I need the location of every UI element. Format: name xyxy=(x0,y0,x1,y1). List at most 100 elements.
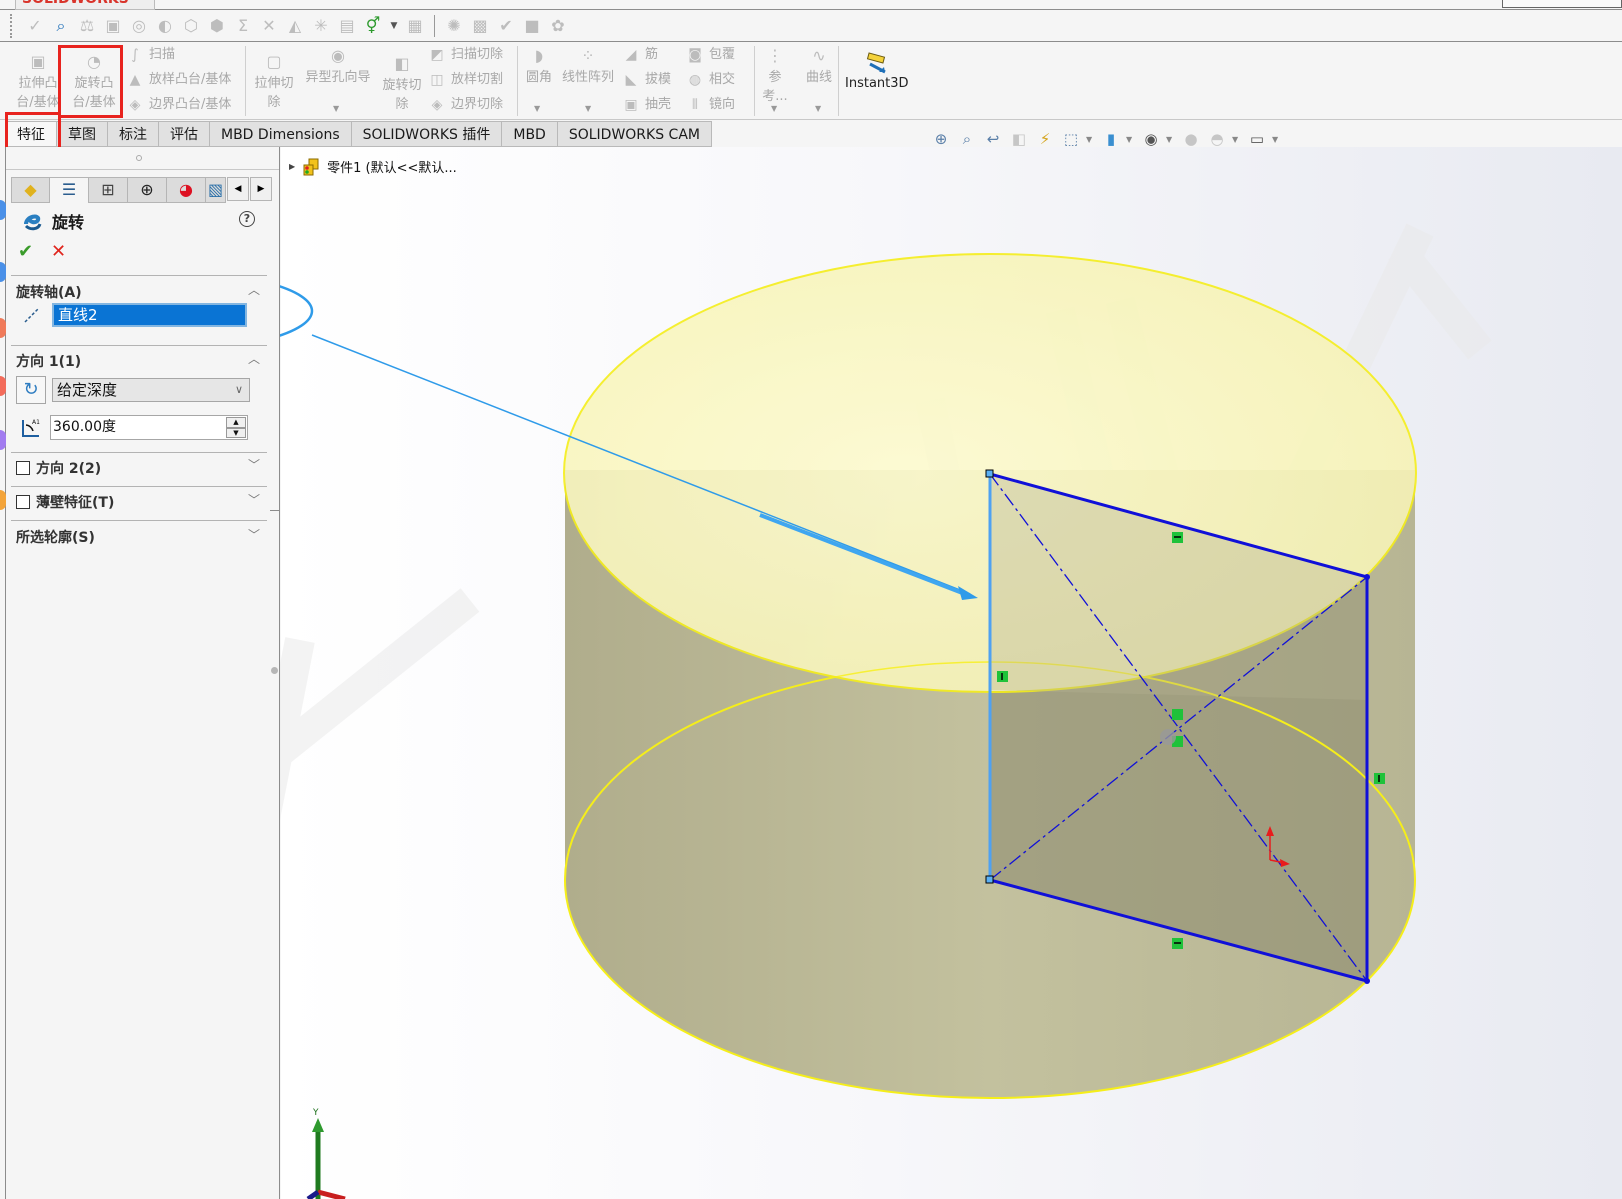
chevron-down-icon[interactable]: ﹀ xyxy=(248,491,260,508)
expand-arrow-icon[interactable]: ▶ xyxy=(289,162,295,171)
sensor-icon[interactable]: ◎ xyxy=(129,16,149,36)
fillet-button[interactable]: ◗ 圆角 xyxy=(522,46,556,87)
reverse-direction-button[interactable]: ↻ xyxy=(16,376,46,404)
reference-geometry-button[interactable]: ⋮ 参考... xyxy=(756,46,794,106)
tabs-scroll-left-button[interactable]: ◀ xyxy=(227,177,249,201)
direction2-section-header[interactable]: 方向 2(2) xyxy=(16,458,101,478)
spin-down-button[interactable]: ▼ xyxy=(226,427,246,438)
reference-dropdown[interactable]: ▼ xyxy=(771,104,777,113)
chevron-up-icon[interactable]: ︿ xyxy=(248,281,260,298)
section-properties-icon[interactable]: ▣ xyxy=(103,16,123,36)
direction2-checkbox[interactable] xyxy=(16,461,30,475)
view-orientation-dropdown[interactable]: ▼ xyxy=(1086,135,1096,144)
interference-icon[interactable]: ⚥ xyxy=(363,16,383,36)
tab-solidworks-cam[interactable]: SOLIDWORKS CAM xyxy=(557,121,712,147)
angle-input[interactable]: 360.00度 ▲ ▼ xyxy=(50,415,248,440)
side-app-icon[interactable] xyxy=(0,490,6,510)
thin-feature-checkbox[interactable] xyxy=(16,495,30,509)
tab-cam-manager[interactable]: ▧ xyxy=(206,177,226,203)
symmetry-icon[interactable]: ✿ xyxy=(548,16,568,36)
end-condition-select[interactable]: 给定深度 ∨ xyxy=(52,378,250,402)
sweep-button[interactable]: ∫ 扫描 xyxy=(126,43,175,67)
chevron-down-icon[interactable]: ﹀ xyxy=(248,526,260,543)
graphics-area[interactable]: ▶ 零件1 (默认<<默认... xyxy=(281,147,1622,1199)
zoom-to-fit-icon[interactable]: ⊕ xyxy=(930,129,952,149)
intersect-button[interactable]: ◍ 相交 xyxy=(686,68,735,92)
revolve-cut-button[interactable]: ◧ 旋转切 除 xyxy=(378,54,426,114)
deviation-icon[interactable]: ✔ xyxy=(496,16,516,36)
tab-mbd[interactable]: MBD xyxy=(502,121,558,147)
apply-scene-icon[interactable]: ◓ xyxy=(1206,129,1228,149)
spin-up-button[interactable]: ▲ xyxy=(226,417,246,428)
tab-evaluate[interactable]: 评估 xyxy=(159,121,210,147)
tab-feature-manager[interactable]: ◆ xyxy=(11,177,50,203)
section-view-icon[interactable]: ◧ xyxy=(1008,129,1030,149)
tab-sketch[interactable]: 草图 xyxy=(57,121,108,147)
curvature-icon[interactable]: ✺ xyxy=(444,16,464,36)
fillet-dropdown[interactable]: ▼ xyxy=(534,104,540,113)
boundary-cut-button[interactable]: ◈ 边界切除 xyxy=(428,93,503,117)
tab-display-manager[interactable]: ◕ xyxy=(167,177,206,203)
revolve-boss-button[interactable]: ◔ 旋转凸 台/基体 xyxy=(68,52,120,112)
splitter-handle[interactable] xyxy=(271,667,278,674)
curves-button[interactable]: ∿ 曲线 xyxy=(802,46,836,87)
apply-scene-dropdown[interactable]: ▼ xyxy=(1232,135,1242,144)
rib-button[interactable]: ◢ 筋 xyxy=(622,43,658,67)
display-style-icon[interactable]: ▮ xyxy=(1100,129,1122,149)
cancel-x-icon[interactable]: ✕ xyxy=(51,241,66,262)
performance-icon[interactable]: ◐ xyxy=(155,16,175,36)
mass-properties-icon[interactable]: ⚖ xyxy=(77,16,97,36)
side-app-icon[interactable] xyxy=(0,318,6,338)
parting-line-icon[interactable]: ✳ xyxy=(311,16,331,36)
angle-spinner[interactable]: ▲ ▼ xyxy=(226,417,246,438)
linear-pattern-dropdown[interactable]: ▼ xyxy=(585,104,591,113)
tab-mbd-dimensions[interactable]: MBD Dimensions xyxy=(210,121,352,147)
side-app-icon[interactable] xyxy=(0,376,6,396)
tab-dimxpert-manager[interactable]: ⊕ xyxy=(128,177,167,203)
view-settings-dropdown[interactable]: ▼ xyxy=(1272,135,1282,144)
view-settings-icon[interactable]: ▭ xyxy=(1246,129,1268,149)
axis-selection-field[interactable]: 直线2 xyxy=(52,303,247,327)
selected-contours-section-header[interactable]: 所选轮廓(S) xyxy=(16,527,95,547)
curves-dropdown[interactable]: ▼ xyxy=(815,104,821,113)
side-app-icon[interactable] xyxy=(0,430,6,450)
extrude-cut-button[interactable]: ▢ 拉伸切 除 xyxy=(250,52,298,112)
solidworks-logo[interactable]: SOLIDWORKS xyxy=(15,0,155,10)
view-orientation-icon[interactable]: ⬚ xyxy=(1060,129,1082,149)
shell-button[interactable]: ▣ 抽壳 xyxy=(622,93,671,117)
extrude-boss-button[interactable]: ▣ 拉伸凸 台/基体 xyxy=(14,52,62,112)
hole-wizard-button[interactable]: ◉ 异型孔向导 xyxy=(302,46,374,87)
hole-wizard-dropdown[interactable]: ▼ xyxy=(333,104,339,113)
ok-check-icon[interactable]: ✔ xyxy=(18,241,33,262)
search-box[interactable] xyxy=(1502,0,1622,8)
help-icon[interactable]: ? xyxy=(239,211,255,227)
thickness-icon[interactable]: ▤ xyxy=(337,16,357,36)
dropdown-arrow-icon[interactable]: ▼ xyxy=(389,16,399,36)
tab-configuration-manager[interactable]: ⊞ xyxy=(89,177,128,203)
panel-collapse-handle[interactable] xyxy=(136,155,142,161)
zoom-to-area-icon[interactable]: ⌕ xyxy=(956,129,978,149)
chevron-up-icon[interactable]: ︿ xyxy=(248,350,260,367)
geometry-analysis-icon[interactable]: ⬢ xyxy=(207,16,227,36)
previous-view-icon[interactable]: ↩ xyxy=(982,129,1004,149)
tabs-scroll-right-button[interactable]: ▶ xyxy=(250,177,272,201)
wrap-button[interactable]: ◙ 包覆 xyxy=(686,43,735,67)
mirror-button[interactable]: ⫴ 镜向 xyxy=(686,93,735,117)
lofted-cut-button[interactable]: ◫ 放样切割 xyxy=(428,68,503,92)
compare-icon[interactable]: ■ xyxy=(522,16,542,36)
check-icon[interactable]: ⬡ xyxy=(181,16,201,36)
side-app-icon[interactable] xyxy=(0,262,6,282)
draft-analysis-icon[interactable]: ✕ xyxy=(259,16,279,36)
hide-show-icon[interactable]: ◉ xyxy=(1140,129,1162,149)
tab-markup[interactable]: 标注 xyxy=(108,121,159,147)
delete-icon[interactable]: ▦ xyxy=(405,16,425,36)
tab-features[interactable]: 特征 xyxy=(5,121,57,147)
direction1-section-header[interactable]: 方向 1(1) xyxy=(16,351,81,371)
tab-property-manager[interactable]: ☰ xyxy=(50,177,89,203)
measure-icon[interactable]: ⌕ xyxy=(51,16,71,36)
tab-solidworks-addins[interactable]: SOLIDWORKS 插件 xyxy=(351,121,503,147)
swept-cut-button[interactable]: ◩ 扫描切除 xyxy=(428,43,503,67)
axis-section-header[interactable]: 旋转轴(A) xyxy=(16,282,82,302)
undercut-icon[interactable]: ◭ xyxy=(285,16,305,36)
equations-icon[interactable]: Σ xyxy=(233,16,253,36)
